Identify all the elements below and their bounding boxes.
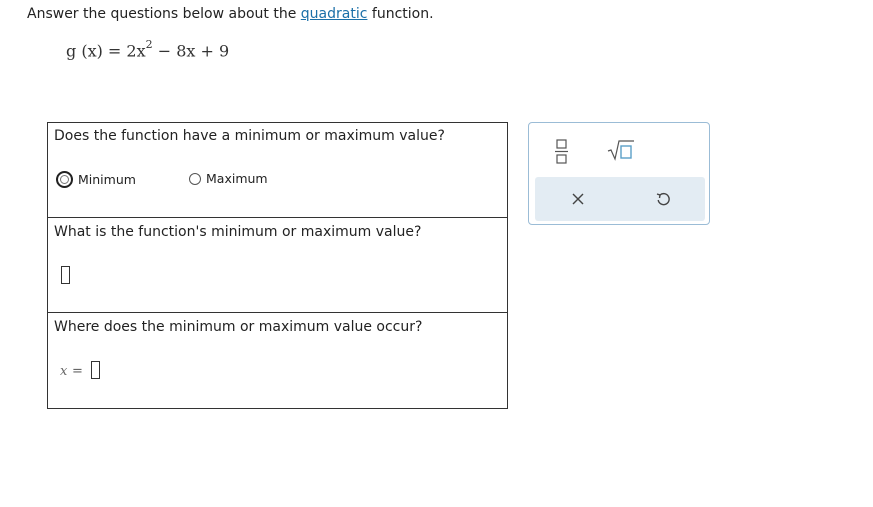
question-box: Does the function have a minimum or maxi… <box>47 122 508 409</box>
x-value-input[interactable] <box>91 361 100 379</box>
x-variable-label: x <box>60 364 68 379</box>
equation-lhs: g (x) = 2x <box>66 41 146 61</box>
question-section-3: Where does the minimum or maximum value … <box>48 312 507 409</box>
fraction-icon[interactable] <box>553 137 571 165</box>
radio-minimum-circle[interactable] <box>56 171 73 188</box>
quadratic-link[interactable]: quadratic <box>301 6 368 22</box>
function-equation: g (x) = 2x2 − 8x + 9 <box>66 38 230 61</box>
question-1-text: Does the function have a minimum or maxi… <box>54 128 445 144</box>
radio-minimum[interactable]: Minimum <box>56 171 136 188</box>
min-max-value-input[interactable] <box>61 266 70 284</box>
equation-rhs: − 8x + 9 <box>152 41 230 61</box>
clear-icon <box>572 193 583 205</box>
sqrt-icon[interactable] <box>607 137 635 163</box>
question-2-text: What is the function's minimum or maximu… <box>54 224 422 240</box>
instructions-suffix: function. <box>371 6 434 22</box>
question-3-text: Where does the minimum or maximum value … <box>54 319 423 335</box>
action-bar <box>535 177 705 221</box>
equals-sign: = <box>72 364 83 379</box>
instructions-text: Answer the questions below about the qua… <box>27 6 434 22</box>
undo-button[interactable] <box>620 177 705 221</box>
radio-maximum[interactable]: Maximum <box>189 171 268 186</box>
undo-icon <box>656 192 670 206</box>
radio-maximum-label: Maximum <box>206 171 268 186</box>
question-section-1: Does the function have a minimum or maxi… <box>48 123 507 217</box>
clear-button[interactable] <box>535 177 620 221</box>
question-section-2: What is the function's minimum or maximu… <box>48 217 507 312</box>
equation-exponent: 2 <box>145 38 153 51</box>
radio-maximum-circle[interactable] <box>189 172 201 185</box>
instructions-prefix: Answer the questions below about the <box>27 6 297 22</box>
math-tool-panel <box>528 122 710 225</box>
radio-minimum-label: Minimum <box>78 172 136 187</box>
